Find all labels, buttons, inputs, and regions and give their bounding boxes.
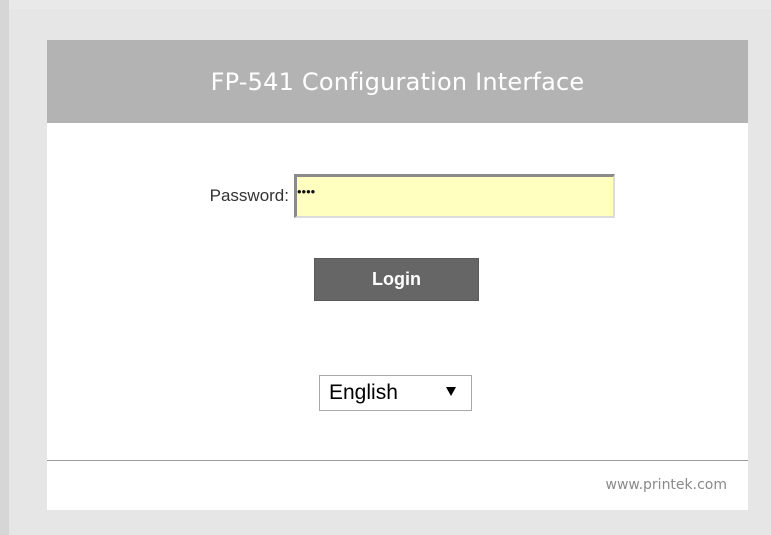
page-title: FP-541 Configuration Interface: [210, 67, 585, 96]
window-left-edge: [0, 0, 9, 535]
password-row: Password: ••••: [47, 174, 748, 218]
footer-divider: [47, 460, 748, 461]
window-top-edge: [9, 0, 771, 9]
footer-website-link[interactable]: www.printek.com: [606, 477, 727, 493]
login-panel: FP-541 Configuration Interface Password:…: [47, 40, 748, 510]
chevron-down-icon: [446, 387, 456, 396]
password-field[interactable]: ••••: [294, 174, 615, 218]
language-selected-value: English: [329, 381, 398, 404]
panel-header: FP-541 Configuration Interface: [47, 40, 748, 123]
login-button[interactable]: Login: [314, 258, 479, 301]
password-label: Password:: [209, 186, 289, 205]
language-select[interactable]: English: [319, 375, 472, 411]
password-masked-value: ••••: [297, 184, 316, 199]
